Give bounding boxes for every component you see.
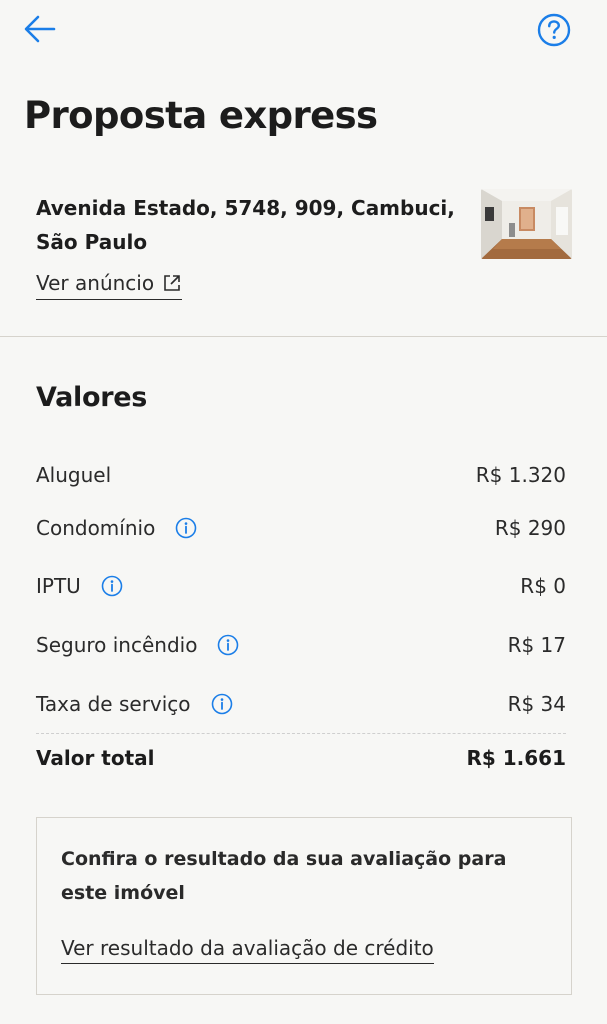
view-credit-result-link[interactable]: Ver resultado da avaliação de crédito: [61, 936, 434, 964]
view-ad-link[interactable]: Ver anúncio: [36, 268, 183, 300]
value-amount: R$ 34: [507, 692, 566, 716]
values-section-title: Valores: [36, 382, 148, 413]
credit-evaluation-text: Confira o resultado da sua avaliação par…: [61, 848, 507, 904]
arrow-left-icon: [24, 15, 56, 43]
info-icon[interactable]: [217, 634, 239, 656]
page-title: Proposta express: [24, 94, 378, 137]
value-row-iptu: IPTU R$ 0: [36, 571, 566, 601]
credit-evaluation-card: Confira o resultado da sua avaliação par…: [36, 817, 572, 995]
value-label: IPTU: [36, 574, 81, 598]
total-divider: [36, 733, 566, 734]
listing-address: Avenida Estado, 5748, 909, Cambuci, São …: [36, 191, 456, 259]
value-row-aluguel: Aluguel R$ 1.320: [36, 460, 566, 490]
value-label: Condomínio: [36, 516, 156, 540]
listing-thumbnail[interactable]: [481, 189, 572, 259]
address-line-1: Avenida Estado, 5748, 909, Cambuci,: [36, 196, 455, 220]
top-bar: [0, 0, 607, 60]
value-amount: R$ 17: [507, 633, 566, 657]
value-label: Seguro incêndio: [36, 633, 198, 657]
apartment-photo: [481, 189, 572, 259]
question-circle-icon: [537, 13, 571, 47]
value-row-seguro-incendio: Seguro incêndio R$ 17: [36, 630, 566, 660]
total-amount: R$ 1.661: [466, 746, 566, 770]
view-ad-label: Ver anúncio: [36, 270, 155, 295]
value-row-taxa-servico: Taxa de serviço R$ 34: [36, 689, 566, 719]
value-row-condominio: Condomínio R$ 290: [36, 513, 566, 543]
value-amount: R$ 0: [520, 574, 566, 598]
back-button[interactable]: [22, 12, 58, 46]
info-icon[interactable]: [175, 517, 197, 539]
value-amount: R$ 1.320: [475, 463, 566, 487]
address-line-2: São Paulo: [36, 230, 148, 254]
info-icon[interactable]: [211, 693, 233, 715]
value-label: Taxa de serviço: [36, 692, 191, 716]
value-amount: R$ 290: [494, 516, 566, 540]
value-row-total: Valor total R$ 1.661: [36, 743, 566, 773]
help-button[interactable]: [536, 12, 572, 48]
total-label: Valor total: [36, 746, 155, 770]
external-link-icon: [164, 274, 180, 291]
section-divider: [0, 336, 607, 337]
info-icon[interactable]: [101, 575, 123, 597]
value-label: Aluguel: [36, 463, 112, 487]
